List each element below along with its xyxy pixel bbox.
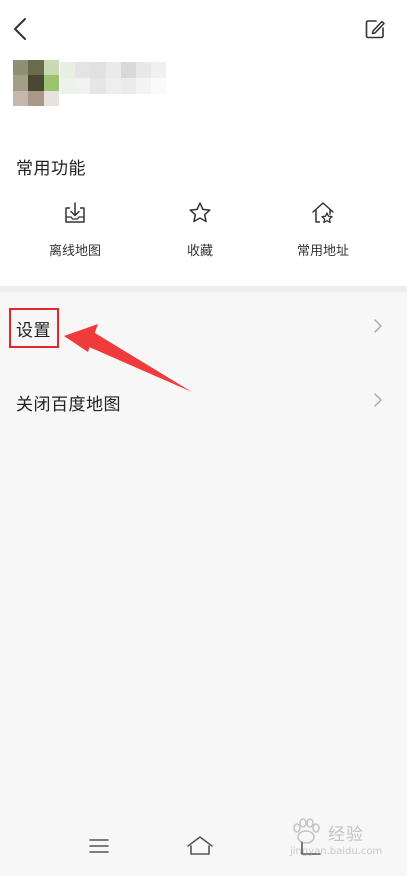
avatar-pixel xyxy=(13,60,29,76)
feature-offline-map[interactable]: 离线地图 xyxy=(20,200,130,259)
username-pixel xyxy=(120,78,136,94)
avatar-pixel xyxy=(13,75,29,91)
download-tray-icon xyxy=(65,202,85,223)
edit-icon[interactable] xyxy=(364,18,386,40)
feature-common-address[interactable]: 常用地址 xyxy=(268,200,378,259)
common-functions-row: 离线地图 收藏 常用地址 xyxy=(0,200,407,270)
menu-lines-icon[interactable] xyxy=(84,834,114,858)
username-pixel xyxy=(105,78,121,94)
avatar-pixel xyxy=(28,75,44,91)
feature-favorites[interactable]: 收藏 xyxy=(145,200,255,259)
username-pixelated xyxy=(60,62,167,94)
username-pixel xyxy=(75,62,91,78)
watermark-url: jingyan.baidu.com xyxy=(290,846,383,857)
username-pixel xyxy=(151,62,167,78)
username-pixel xyxy=(120,62,136,78)
paw-logo-icon xyxy=(293,818,320,844)
username-pixel xyxy=(90,62,106,78)
avatar-pixel xyxy=(28,60,44,76)
home-star-icon xyxy=(312,202,334,224)
baidu-jingyan-watermark: 经验 jingyan.baidu.com xyxy=(272,818,398,866)
avatar-pixel xyxy=(13,90,29,106)
username-pixel xyxy=(105,62,121,78)
common-functions-title: 常用功能 xyxy=(16,159,86,179)
username-pixel xyxy=(60,78,76,94)
avatar-pixel xyxy=(28,90,44,106)
avatar-pixel xyxy=(43,90,59,106)
username-pixel xyxy=(135,62,152,78)
avatar-pixel xyxy=(43,75,59,91)
chevron-right-icon xyxy=(374,319,382,333)
username-pixel xyxy=(60,62,76,78)
watermark-text: 经验 xyxy=(328,825,364,845)
section-divider xyxy=(0,286,407,292)
profile-panel: 常用功能 离线地图 收藏 常用地址 xyxy=(0,0,407,286)
username-pixel xyxy=(151,78,167,94)
app-screen: 常用功能 离线地图 收藏 常用地址 设置 关闭百度地图 经验 jingyan.b… xyxy=(0,0,407,876)
avatar-pixel xyxy=(43,60,59,76)
chevron-right-icon xyxy=(374,393,382,407)
username-pixel xyxy=(90,78,106,94)
star-icon xyxy=(189,202,211,223)
annotation-highlight-box xyxy=(9,308,59,348)
avatar[interactable] xyxy=(13,60,59,106)
annotation-arrow-icon xyxy=(64,324,192,392)
feature-label: 常用地址 xyxy=(296,244,349,259)
username-pixel xyxy=(135,78,152,94)
feature-label: 收藏 xyxy=(186,244,213,259)
feature-label: 离线地图 xyxy=(48,244,101,259)
username-pixel xyxy=(75,78,91,94)
home-outline-icon[interactable] xyxy=(185,834,215,858)
chevron-left-icon[interactable] xyxy=(10,16,32,42)
